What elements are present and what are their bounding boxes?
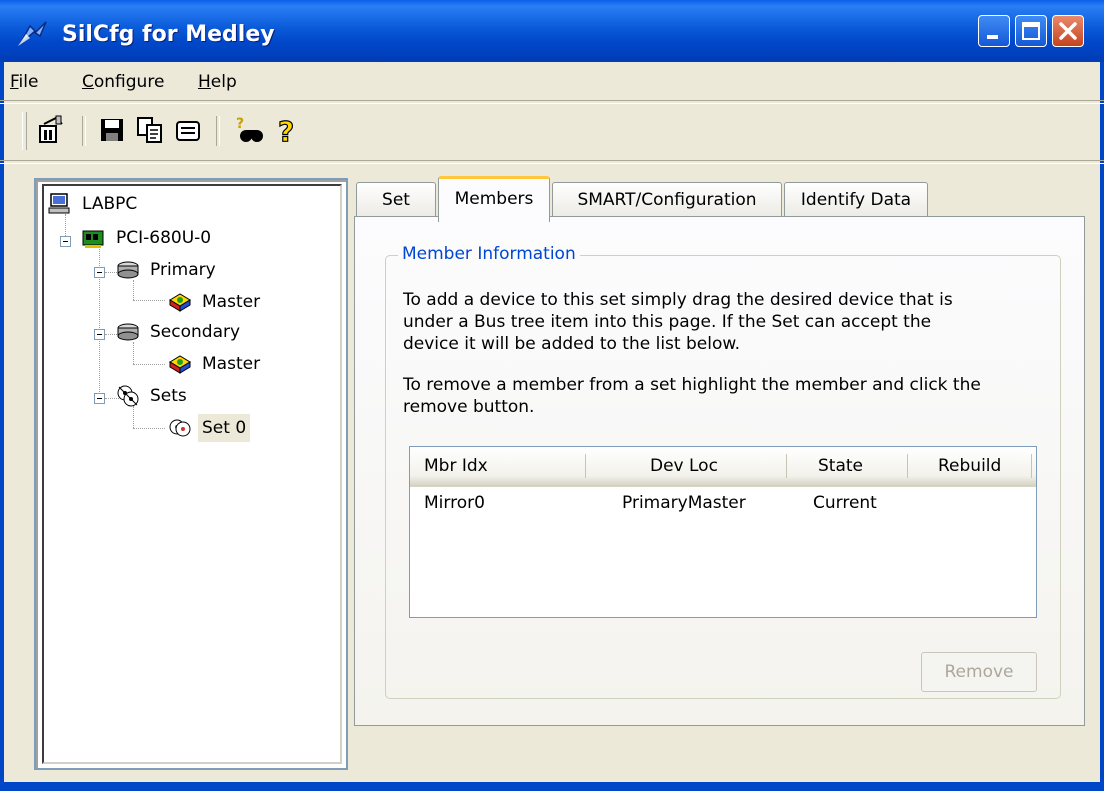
cell-mbr-idx: Mirror0 xyxy=(424,493,485,513)
tree-collapse-toggle[interactable] xyxy=(60,236,71,247)
instruction-line: To add a device to this set simply drag … xyxy=(403,290,953,310)
tab-label: Set xyxy=(382,190,410,210)
tree-connector xyxy=(65,214,66,238)
tree-item-label: Secondary xyxy=(150,322,241,342)
member-information-group: Member Information To add a device to th… xyxy=(385,244,1061,699)
column-divider[interactable] xyxy=(1031,454,1032,478)
add-instructions: To add a device to this set simply drag … xyxy=(403,289,1053,355)
device-tree[interactable]: LABPC PCI-680U-0 Primary Master Secondar… xyxy=(34,178,348,770)
members-list[interactable]: Mbr Idx Dev Loc State Rebuild Mirror0 Pr… xyxy=(409,446,1037,618)
tree-connector xyxy=(133,300,165,301)
print-icon[interactable] xyxy=(172,114,204,146)
tab-smart-configuration[interactable]: SMART/Configuration xyxy=(552,182,782,216)
disk-sets-icon xyxy=(117,385,139,407)
column-divider[interactable] xyxy=(907,454,908,478)
ide-bus-icon xyxy=(117,323,139,341)
toolbar-separator xyxy=(82,116,86,146)
ide-bus-icon xyxy=(117,261,139,279)
column-header-state[interactable]: State xyxy=(818,447,863,485)
help-icon[interactable]: ? xyxy=(272,114,304,146)
list-header: Mbr Idx Dev Loc State Rebuild xyxy=(410,447,1036,487)
toolbar-separator xyxy=(216,116,220,146)
maximize-button[interactable] xyxy=(1015,15,1047,47)
tab-label: SMART/Configuration xyxy=(577,190,757,210)
tab-label: Identify Data xyxy=(800,190,912,210)
remove-instructions: To remove a member from a set highlight … xyxy=(403,374,1053,418)
menu-bar: File Configure Help xyxy=(6,64,1098,96)
column-divider[interactable] xyxy=(585,454,586,478)
minimize-button[interactable] xyxy=(978,15,1010,47)
tree-connector xyxy=(133,406,134,428)
app-window: SilCfg for Medley File Configure Help ? … xyxy=(0,0,1104,791)
column-header-mbr-idx[interactable]: Mbr Idx xyxy=(424,447,488,485)
group-title: Member Information xyxy=(398,244,580,264)
title-bar[interactable]: SilCfg for Medley xyxy=(0,0,1104,62)
tree-collapse-toggle[interactable] xyxy=(94,267,105,278)
menu-help[interactable]: Help xyxy=(198,72,237,92)
window-title: SilCfg for Medley xyxy=(62,22,275,47)
members-tab-panel: Member Information To add a device to th… xyxy=(354,216,1085,726)
save-icon[interactable] xyxy=(96,114,128,146)
svg-text:?: ? xyxy=(236,116,244,132)
instruction-line: To remove a member from a set highlight … xyxy=(403,375,981,395)
tree-item-label: Master xyxy=(202,292,261,312)
maximize-icon xyxy=(1022,22,1040,40)
toolbar: ? ? xyxy=(0,104,1104,154)
menu-configure-label: onfigure xyxy=(93,72,165,92)
tab-set[interactable]: Set xyxy=(356,182,436,216)
remove-button[interactable]: Remove xyxy=(921,652,1037,692)
column-header-rebuild[interactable]: Rebuild xyxy=(938,447,1001,485)
tab-identify-data[interactable]: Identify Data xyxy=(784,182,928,216)
instruction-line: under a Bus tree item into this page. If… xyxy=(403,312,932,332)
disk-drive-icon xyxy=(169,293,191,312)
menu-file-label: ile xyxy=(18,72,39,92)
minimize-icon xyxy=(987,35,998,39)
tree-connector xyxy=(133,342,134,364)
menu-help-label: elp xyxy=(210,72,237,92)
disk-set-icon xyxy=(169,419,191,437)
tree-connector xyxy=(133,428,165,429)
close-icon xyxy=(1059,22,1077,40)
tree-item-label: LABPC xyxy=(82,194,138,214)
find-icon[interactable]: ? xyxy=(232,114,264,146)
window-border-right xyxy=(1100,62,1104,782)
close-button[interactable] xyxy=(1052,15,1084,47)
tree-item-label: Master xyxy=(202,354,261,374)
tree-item-label: Primary xyxy=(150,260,216,280)
instruction-line: remove button. xyxy=(403,397,535,417)
window-border-bottom xyxy=(0,782,1104,791)
menu-file[interactable]: File xyxy=(10,72,38,92)
column-divider[interactable] xyxy=(786,454,787,478)
menu-configure[interactable]: Configure xyxy=(82,72,164,92)
disk-drive-icon xyxy=(169,355,191,374)
cell-dev-loc: PrimaryMaster xyxy=(622,493,746,513)
app-logo-icon xyxy=(18,21,47,46)
tree-item-label: PCI-680U-0 xyxy=(116,228,212,248)
tree-collapse-toggle[interactable] xyxy=(94,329,105,340)
instruction-line: device it will be added to the list belo… xyxy=(403,334,741,354)
window-border-left xyxy=(0,62,4,782)
toolbar-separator-bottom xyxy=(0,160,1104,164)
menu-help-mnemonic: H xyxy=(198,72,211,92)
tree-connector xyxy=(133,280,134,300)
toolbar-grip[interactable] xyxy=(22,112,27,150)
tree-connector xyxy=(133,364,165,365)
adapter-card-icon xyxy=(82,230,104,248)
copy-icon[interactable] xyxy=(134,114,166,146)
tree-item-label: Set 0 xyxy=(198,414,251,442)
column-header-dev-loc[interactable]: Dev Loc xyxy=(650,447,718,485)
tab-label: Members xyxy=(454,189,534,209)
scan-icon[interactable] xyxy=(36,114,68,146)
svg-text:?: ? xyxy=(278,115,294,146)
tab-members[interactable]: Members xyxy=(438,176,550,222)
menu-configure-mnemonic: C xyxy=(82,72,94,92)
tree-collapse-toggle[interactable] xyxy=(94,393,105,404)
tree-item-label: Sets xyxy=(150,386,187,406)
computer-icon xyxy=(48,193,70,214)
cell-state: Current xyxy=(813,493,877,513)
menu-file-mnemonic: F xyxy=(10,72,19,92)
